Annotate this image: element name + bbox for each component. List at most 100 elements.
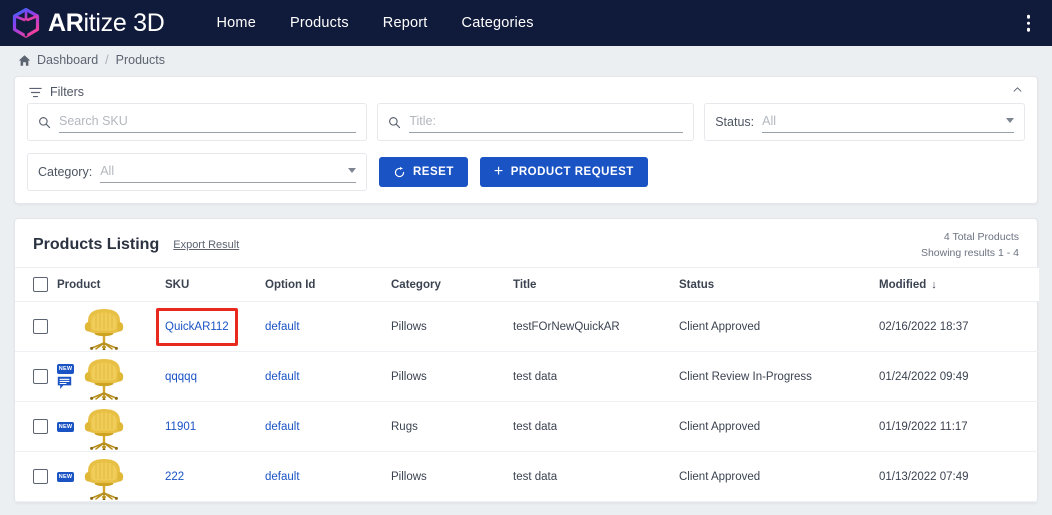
sku-cell: QuickAR112 (156, 301, 265, 352)
filters-row-1: Status: All (15, 103, 1037, 141)
breadcrumb: Dashboard / Products (0, 46, 1052, 74)
row-badges: NEW (57, 471, 74, 482)
listing-header: Products Listing Export Result 4 Total P… (15, 219, 1037, 267)
row-checkbox[interactable] (33, 319, 48, 334)
th-title[interactable]: Title (513, 267, 679, 302)
page-title: Products Listing (33, 236, 160, 253)
cube-3d-icon (12, 8, 40, 38)
filters-panel: Filters Status: All (14, 76, 1038, 204)
filter-icon (29, 87, 42, 97)
product-cell: NEW (57, 451, 165, 502)
option-id-link[interactable]: default (265, 321, 300, 333)
products-table: Product SKU Option Id Category Title Sta… (15, 267, 1039, 502)
showing-results-text: Showing results 1 - 4 (920, 247, 1019, 259)
sku-link[interactable]: 11901 (165, 421, 196, 433)
title-cell: test data (513, 451, 679, 502)
yellow-armchair-thumbnail[interactable] (77, 453, 131, 500)
brand-name-suffix: itize 3D (83, 8, 165, 37)
product-cell: NEW (57, 401, 165, 452)
search-sku-field[interactable] (27, 103, 368, 141)
product-request-button[interactable]: + PRODUCT REQUEST (479, 157, 648, 187)
option-id-cell: default (265, 301, 391, 352)
row-checkbox[interactable] (33, 469, 48, 484)
breadcrumb-separator: / (105, 53, 109, 67)
new-badge: NEW (57, 471, 74, 482)
status-filter[interactable]: Status: All (704, 103, 1026, 141)
table-row[interactable]: QuickAR112 default Pillows testFOrNewQui… (15, 301, 1039, 352)
products-table-head: Product SKU Option Id Category Title Sta… (15, 267, 1039, 302)
sku-cell: 11901 (165, 401, 265, 452)
top-navigation-bar: ARitize 3D Home Products Report Categori… (0, 0, 1052, 46)
category-selected-value: All (100, 163, 115, 178)
select-all-checkbox[interactable] (33, 277, 48, 292)
sku-link[interactable]: 222 (165, 471, 184, 483)
row-checkbox[interactable] (33, 369, 48, 384)
refresh-icon (394, 166, 405, 177)
reset-button[interactable]: RESET (379, 157, 468, 187)
status-select[interactable]: All (762, 111, 1015, 133)
nav-link-categories[interactable]: Categories (462, 15, 534, 31)
sku-cell: 222 (165, 451, 265, 502)
search-sku-input[interactable] (59, 111, 357, 133)
category-cell: Rugs (391, 401, 513, 452)
category-cell: Pillows (391, 351, 513, 402)
filters-row-2: Category: All RESET + PRODUCT REQUEST (15, 153, 1037, 191)
search-icon (39, 116, 51, 128)
status-cell: Client Approved (679, 451, 879, 502)
table-row[interactable]: NEW qqqqq default Pillows test data Clie… (15, 351, 1039, 402)
breadcrumb-products[interactable]: Products (116, 53, 165, 67)
table-row[interactable]: NEW 222 default Pillows test data Client… (15, 451, 1039, 502)
yellow-armchair-thumbnail[interactable] (77, 353, 131, 400)
title-cell: test data (513, 351, 679, 402)
nav-link-report[interactable]: Report (383, 15, 428, 31)
sku-link[interactable]: qqqqq (165, 371, 197, 383)
nav-link-home[interactable]: Home (216, 15, 255, 31)
results-summary: 4 Total Products Showing results 1 - 4 (921, 229, 1019, 261)
category-cell: Pillows (391, 451, 513, 502)
modified-cell: 02/16/2022 18:37 (879, 301, 1039, 352)
option-id-link[interactable]: default (265, 421, 300, 433)
product-cell: NEW (57, 351, 165, 402)
reset-button-label: RESET (413, 166, 454, 178)
option-id-link[interactable]: default (265, 371, 300, 383)
search-title-input[interactable] (409, 111, 684, 133)
chevron-up-icon[interactable] (1012, 84, 1023, 95)
nav-links: Home Products Report Categories (216, 15, 533, 31)
row-badges: NEW (57, 363, 74, 390)
status-selected-value: All (762, 113, 777, 128)
comment-icon[interactable] (57, 376, 72, 390)
option-id-cell: default (265, 451, 391, 502)
sku-cell: qqqqq (165, 351, 265, 402)
export-result-link[interactable]: Export Result (173, 239, 239, 251)
nav-link-products[interactable]: Products (290, 15, 349, 31)
th-modified[interactable]: Modified ↓ (879, 267, 1039, 302)
product-cell (57, 301, 165, 352)
category-select[interactable]: All (100, 161, 356, 183)
th-status[interactable]: Status (679, 267, 879, 302)
modified-cell: 01/13/2022 07:49 (879, 451, 1039, 502)
th-option-id[interactable]: Option Id (265, 267, 391, 302)
status-cell: Client Approved (679, 301, 879, 352)
breadcrumb-dashboard[interactable]: Dashboard (37, 53, 98, 67)
yellow-armchair-thumbnail[interactable] (77, 403, 131, 450)
brand-logo[interactable]: ARitize 3D (12, 8, 165, 38)
title-cell: testFOrNewQuickAR (513, 301, 679, 352)
more-vertical-icon[interactable] (1021, 11, 1037, 36)
new-badge: NEW (57, 421, 74, 432)
title-cell: test data (513, 401, 679, 452)
search-title-field[interactable] (377, 103, 695, 141)
row-checkbox[interactable] (33, 419, 48, 434)
products-table-body: QuickAR112 default Pillows testFOrNewQui… (15, 301, 1039, 502)
option-id-link[interactable]: default (265, 471, 300, 483)
table-row[interactable]: NEW 11901 default Rugs test data Client … (15, 401, 1039, 452)
kebab-dot (1026, 27, 1030, 32)
th-category[interactable]: Category (391, 267, 513, 302)
chevron-down-icon (348, 168, 356, 173)
sku-link[interactable]: QuickAR112 (165, 321, 229, 333)
th-sku[interactable]: SKU (165, 267, 265, 302)
category-filter[interactable]: Category: All (27, 153, 367, 191)
yellow-armchair-thumbnail[interactable] (77, 303, 131, 350)
row-select-cell (15, 401, 57, 452)
row-badges: NEW (57, 421, 74, 432)
th-product[interactable]: Product (57, 267, 165, 302)
